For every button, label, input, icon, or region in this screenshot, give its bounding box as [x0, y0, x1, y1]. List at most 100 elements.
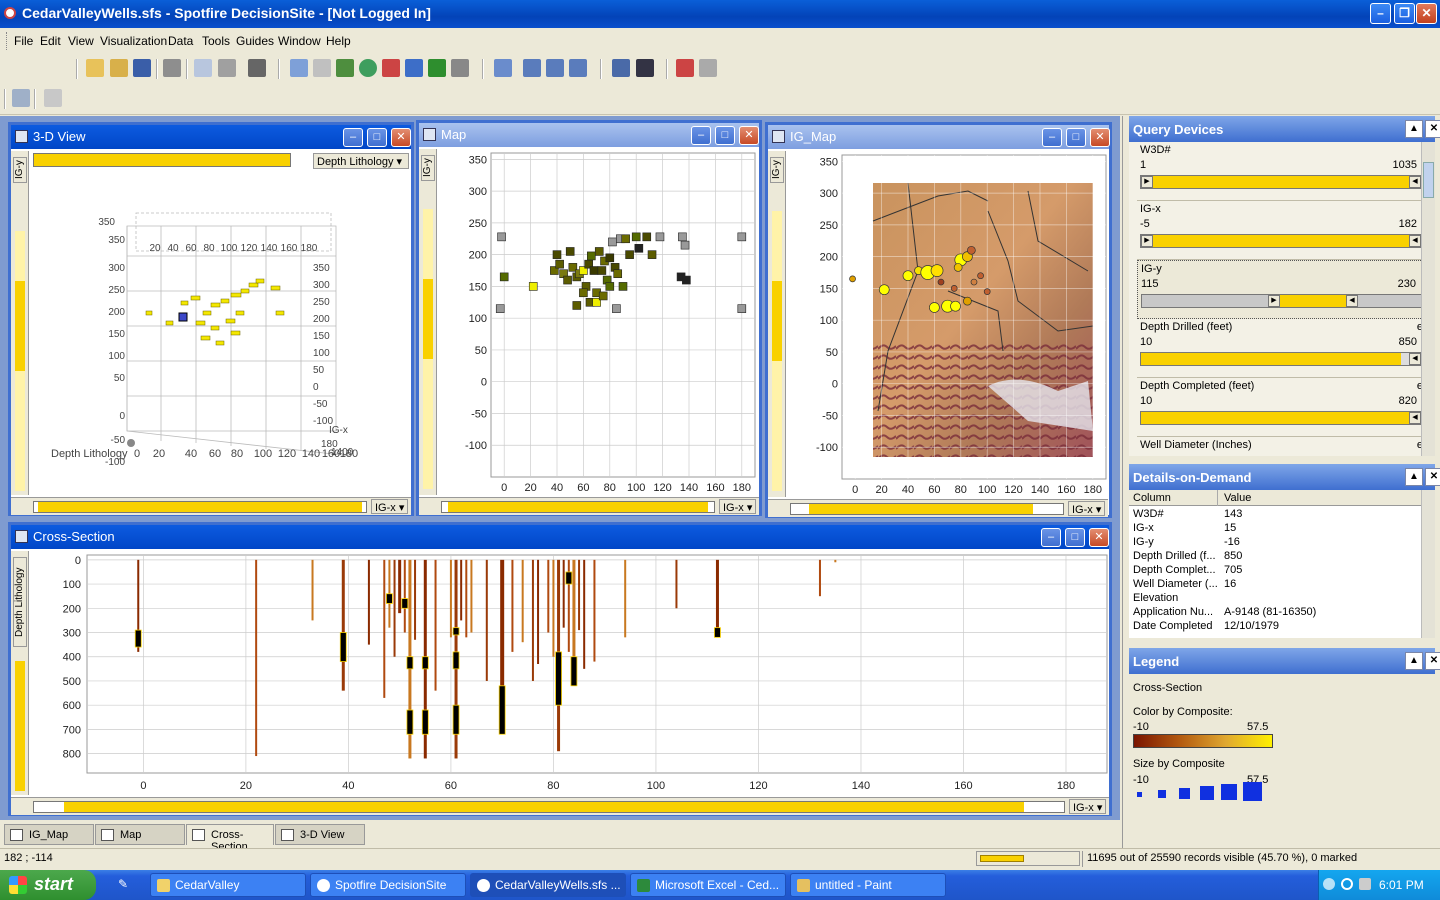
- well-marker[interactable]: [598, 291, 608, 301]
- cross-section-maximize-button[interactable]: □: [1065, 528, 1085, 547]
- ig-map-x-slider[interactable]: IG-x ▾: [768, 499, 1108, 517]
- map-close-button[interactable]: ✕: [739, 126, 759, 145]
- well-marker[interactable]: [618, 282, 628, 291]
- ig-map-titlebar[interactable]: IG_Map – □ ✕: [768, 125, 1110, 149]
- marked-well-segment[interactable]: [452, 651, 460, 670]
- well-column[interactable]: [460, 559, 463, 621]
- well-marker[interactable]: [878, 284, 890, 296]
- cross-section-plot[interactable]: 0 20 40 60 80 100 120 140 160 180 0 100 200 300 400 500…: [31, 551, 1111, 795]
- cross-section-titlebar[interactable]: Cross-Section – □ ✕: [11, 525, 1109, 549]
- quick-launch-icon[interactable]: ✎: [118, 877, 134, 893]
- well-marker[interactable]: [587, 251, 596, 261]
- menu-file[interactable]: File: [14, 34, 33, 48]
- marked-well-segment[interactable]: [401, 598, 409, 609]
- well-marker[interactable]: [950, 285, 958, 292]
- well-marker[interactable]: [937, 278, 945, 286]
- task-spotfire[interactable]: Spotfire DecisionSite: [310, 873, 466, 897]
- home-icon[interactable]: [44, 89, 62, 107]
- close-button[interactable]: ✕: [1416, 3, 1437, 24]
- details-row[interactable]: Date Completed 12/10/1979: [1133, 620, 1423, 634]
- legend-close-button[interactable]: ✕: [1425, 652, 1440, 670]
- view-3d-top-slider[interactable]: [33, 153, 291, 167]
- well-column[interactable]: [403, 559, 406, 633]
- marked-well-segment[interactable]: [339, 632, 347, 662]
- well-marker[interactable]: [605, 282, 615, 291]
- well-column[interactable]: [624, 559, 627, 638]
- qd-range-slider[interactable]: ▶ ◀: [1141, 294, 1423, 308]
- qd-right-handle[interactable]: ◀: [1409, 176, 1421, 188]
- well-marker[interactable]: [983, 288, 991, 295]
- marked-well-segment[interactable]: [555, 651, 562, 706]
- cross-section-close-button[interactable]: ✕: [1089, 528, 1109, 547]
- undo-icon[interactable]: [248, 59, 266, 77]
- cross-section-x-slider-range[interactable]: [64, 802, 1024, 812]
- marked-well-segment[interactable]: [134, 629, 142, 648]
- well-marker[interactable]: [849, 275, 856, 283]
- details-scrollbar[interactable]: [1421, 490, 1435, 638]
- well-marker[interactable]: [642, 232, 652, 242]
- qd-right-handle[interactable]: ◀: [1409, 235, 1421, 247]
- 3d-plot-icon[interactable]: [313, 59, 331, 77]
- ig-map-close-button[interactable]: ✕: [1090, 128, 1110, 147]
- details-close-button[interactable]: ✕: [1425, 468, 1440, 486]
- query-device-ig-x[interactable]: IG-x -5 182 ▶ ◀: [1137, 201, 1427, 260]
- well-marker[interactable]: [970, 278, 978, 286]
- marked-well-segment[interactable]: [406, 656, 414, 670]
- view-3d-x-slider-range[interactable]: [38, 502, 362, 512]
- marked-well-segment[interactable]: [714, 627, 721, 638]
- well-column[interactable]: [552, 559, 555, 657]
- properties-icon[interactable]: [612, 59, 630, 77]
- ig-map-y-slider-range[interactable]: [772, 281, 782, 361]
- marked-well-segment[interactable]: [570, 656, 578, 687]
- well-marker[interactable]: [608, 237, 617, 247]
- well-column[interactable]: [818, 559, 821, 597]
- query-device-ig-y[interactable]: IG-y 115 230 ▶ ◀: [1137, 260, 1427, 319]
- cross-section-y-slider[interactable]: Depth Lithology: [11, 551, 29, 795]
- map-window[interactable]: Map – □ ✕ IG-y 0 20 40 60 80 100 120 140 160 180 3…: [416, 120, 762, 516]
- query-device-depth-completed[interactable]: Depth Completed (feet) e 10 820 ◀: [1137, 378, 1427, 437]
- view-3d-close-button[interactable]: ✕: [391, 128, 411, 147]
- details-row[interactable]: Depth Drilled (f... 850: [1133, 550, 1423, 564]
- export-icon[interactable]: [676, 59, 694, 77]
- view-3d-minimize-button[interactable]: –: [343, 128, 363, 147]
- qd-range-slider[interactable]: ▶ ◀: [1140, 234, 1422, 248]
- network-icon[interactable]: [1341, 878, 1353, 890]
- well-marker[interactable]: [597, 266, 607, 275]
- map-x-slider[interactable]: IG-x ▾: [419, 497, 759, 515]
- ig-map-x-slider-track[interactable]: [790, 503, 1064, 515]
- well-column[interactable]: [341, 559, 345, 691]
- tab-map[interactable]: Map: [95, 824, 185, 845]
- qd-left-handle[interactable]: ▶: [1141, 176, 1153, 188]
- query-device-well-diameter[interactable]: Well Diameter (Inches) e: [1137, 437, 1427, 455]
- task-paint[interactable]: untitled - Paint: [790, 873, 946, 897]
- line-chart-icon[interactable]: [382, 59, 400, 77]
- menu-tools[interactable]: Tools: [202, 34, 230, 48]
- well-marker[interactable]: [594, 247, 604, 256]
- well-column[interactable]: [311, 559, 314, 621]
- marked-well-segment[interactable]: [421, 656, 429, 670]
- details-table[interactable]: Column Value W3D# 143 IG-x 15 IG-y -16 Depth D…: [1129, 490, 1435, 638]
- view-3d-x-slider-track[interactable]: [33, 501, 367, 513]
- open-folder-icon[interactable]: [110, 59, 128, 77]
- well-column[interactable]: [485, 559, 488, 681]
- map-titlebar[interactable]: Map – □ ✕: [419, 123, 759, 147]
- well-marker[interactable]: [953, 263, 963, 272]
- well-marker[interactable]: [967, 245, 976, 255]
- query-devices-collapse-button[interactable]: ▲: [1405, 120, 1423, 138]
- well-column[interactable]: [715, 559, 719, 638]
- open-icon[interactable]: [86, 59, 104, 77]
- well-marker[interactable]: [930, 264, 944, 277]
- well-marker[interactable]: [737, 232, 747, 242]
- well-column[interactable]: [834, 559, 837, 563]
- well-marker[interactable]: [612, 304, 621, 313]
- well-marker[interactable]: [589, 266, 599, 275]
- layout-icon[interactable]: [494, 59, 512, 77]
- well-column[interactable]: [583, 559, 586, 669]
- map-y-axis-label[interactable]: IG-y: [421, 155, 435, 181]
- well-marker[interactable]: [613, 269, 623, 279]
- ig-map-minimize-button[interactable]: –: [1042, 128, 1062, 147]
- restore-button[interactable]: ❐: [1394, 3, 1415, 24]
- marked-well-segment[interactable]: [386, 593, 393, 604]
- details-row[interactable]: Elevation: [1133, 592, 1423, 606]
- well-column[interactable]: [593, 559, 596, 662]
